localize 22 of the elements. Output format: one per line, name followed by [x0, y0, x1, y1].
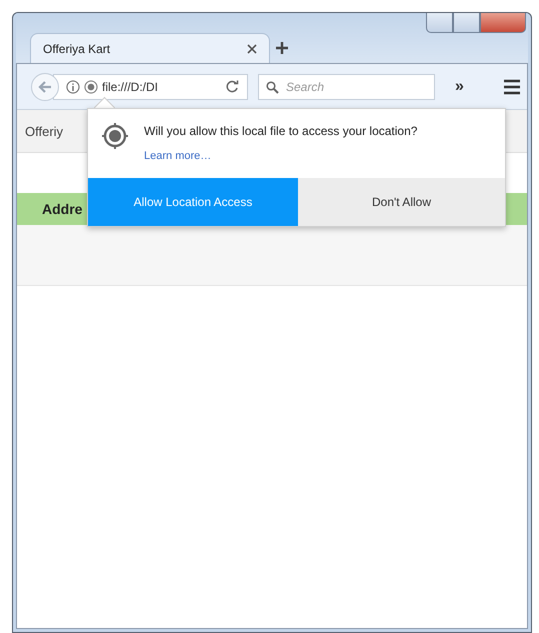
- location-icon[interactable]: [84, 80, 98, 94]
- menu-icon[interactable]: [503, 78, 521, 94]
- location-target-icon: [102, 123, 128, 149]
- maximize-button[interactable]: [453, 13, 480, 33]
- learn-more-link[interactable]: Learn more…: [144, 150, 418, 162]
- section-title: Addre: [42, 201, 82, 217]
- url-text: file:///D:/DI: [102, 80, 160, 94]
- prompt-message: Will you allow this local file to access your location?: [144, 124, 418, 138]
- new-tab-icon[interactable]: [276, 42, 288, 54]
- minimize-button[interactable]: [426, 13, 453, 33]
- search-icon: [266, 80, 279, 94]
- header-text: Offeriy: [25, 124, 64, 138]
- browser-tab[interactable]: Offeriya Kart: [30, 33, 270, 63]
- info-icon[interactable]: [66, 80, 80, 94]
- back-arrow-icon: [38, 80, 52, 92]
- close-tab-icon[interactable]: [247, 44, 257, 54]
- deny-button[interactable]: Don't Allow: [298, 178, 505, 226]
- address-bar[interactable]: file:///D:/DI: [53, 74, 248, 100]
- overflow-button[interactable]: »: [451, 78, 468, 96]
- reload-icon[interactable]: [226, 80, 239, 93]
- tab-title: Offeriya Kart: [43, 42, 112, 56]
- search-field[interactable]: Search: [258, 74, 435, 100]
